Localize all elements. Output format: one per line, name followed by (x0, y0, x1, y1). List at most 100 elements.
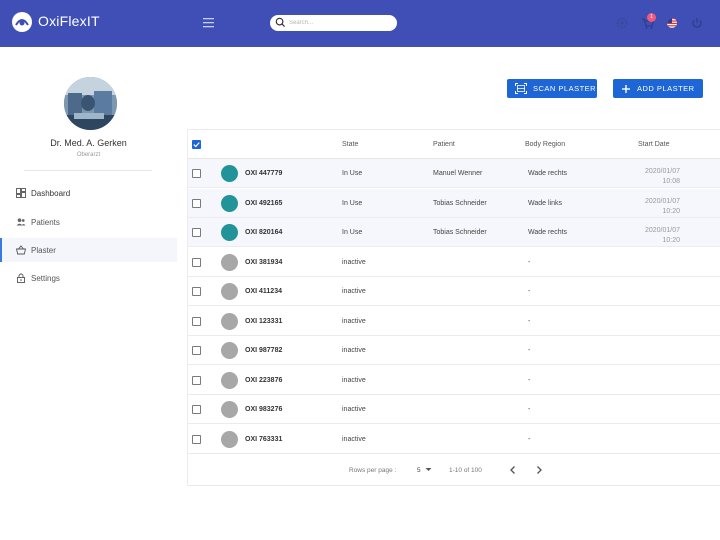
plaster-state: inactive (342, 317, 366, 325)
language-flag-icon[interactable] (665, 16, 679, 30)
plaster-id[interactable]: OXI 983276 (245, 406, 282, 413)
plaster-state: inactive (342, 288, 366, 295)
body-region: - (528, 376, 531, 384)
patient-name: Tobias Schneider (433, 199, 487, 207)
sidebar-item-label: Dashboard (31, 188, 71, 198)
row-checkbox[interactable] (192, 346, 201, 355)
table-pagination: Rows per page : 5 1-10 of 100 (188, 458, 720, 486)
plaster-id[interactable]: OXI 492165 (245, 200, 282, 207)
status-dot (221, 194, 238, 212)
table-row[interactable]: OXI 820164 In Use Tobias Schneider Wade rec… (188, 218, 720, 247)
plaster-id[interactable]: OXI 447779 (245, 170, 282, 177)
add-plaster-button[interactable]: ADD PLASTER (613, 79, 703, 98)
plaster-id[interactable]: OXI 381934 (245, 259, 282, 266)
body-region: - (528, 258, 531, 266)
start-date-day: 2020/01/07 (644, 168, 680, 175)
sidebar-item-settings[interactable]: Settings (0, 266, 177, 290)
pagination-range: 1-10 of 100 (449, 467, 482, 474)
column-header-start-date[interactable]: Start Date (638, 141, 670, 148)
status-dot (221, 253, 238, 271)
search-input[interactable] (289, 17, 389, 29)
settings-gear-icon[interactable] (615, 16, 629, 30)
row-checkbox[interactable] (192, 434, 201, 444)
hamburger-menu-icon[interactable] (201, 16, 217, 30)
plaster-state: inactive (342, 406, 366, 413)
plaster-state: inactive (342, 347, 366, 354)
status-dot (221, 342, 238, 359)
row-checkbox[interactable] (192, 316, 201, 326)
start-date-time: 10:20 (662, 207, 680, 215)
sidebar-item-label: Patients (31, 217, 60, 227)
sidebar-item-patients[interactable]: Patients (0, 210, 177, 234)
dashboard-icon (16, 188, 26, 198)
select-all-checkbox[interactable] (192, 140, 201, 149)
body-region: - (528, 435, 531, 443)
row-checkbox[interactable] (192, 375, 201, 385)
table-row[interactable]: OXI 223876 inactive - (188, 366, 720, 395)
plaster-id[interactable]: OXI 763331 (245, 436, 282, 443)
body-region: Wade rechts (528, 170, 568, 177)
table-row[interactable]: OXI 987782 inactive - (188, 336, 720, 365)
plaster-state: inactive (342, 376, 366, 384)
table-row[interactable]: OXI 492165 In Use Tobias Schneider Wade lin… (188, 188, 720, 218)
rows-per-page-value: 5 (417, 467, 421, 474)
column-header-body-region[interactable]: Body Region (525, 141, 565, 148)
column-header-patient[interactable]: Patient (433, 141, 455, 148)
row-checkbox[interactable] (192, 257, 201, 267)
app-brand: OxiFlexIT (38, 13, 100, 29)
plaster-table: State Patient Body Region Start Date OXI… (187, 129, 720, 486)
sidebar-item-plaster[interactable]: Plaster (0, 238, 177, 262)
status-dot (221, 371, 238, 389)
status-dot (221, 312, 238, 330)
basket-icon (16, 245, 26, 255)
body-region: Wade links (528, 199, 562, 207)
app-logo[interactable] (12, 12, 32, 32)
sidebar-item-dashboard[interactable]: Dashboard (0, 181, 177, 205)
scan-plaster-label: SCAN PLASTER (533, 84, 597, 93)
table-row[interactable]: OXI 381934 inactive - (188, 248, 720, 277)
table-header: State Patient Body Region Start Date (188, 130, 720, 159)
plaster-id[interactable]: OXI 987782 (245, 347, 282, 354)
plaster-id[interactable]: OXI 411234 (245, 288, 282, 295)
check-icon (193, 142, 200, 148)
row-checkbox[interactable] (192, 198, 201, 208)
plaster-id[interactable]: OXI 123331 (245, 318, 282, 325)
row-checkbox[interactable] (192, 228, 201, 237)
start-date: 2020/01/07 10:20 (608, 197, 680, 217)
scan-plaster-button[interactable]: SCAN PLASTER (507, 79, 597, 98)
table-row[interactable]: OXI 411234 inactive - (188, 277, 720, 306)
sidebar-divider (24, 170, 152, 171)
start-date-time: 10:08 (662, 178, 680, 185)
next-page-button[interactable] (535, 465, 543, 477)
start-date: 2020/01/07 10:20 (608, 226, 680, 246)
row-checkbox[interactable] (192, 405, 201, 414)
row-checkbox[interactable] (192, 287, 201, 296)
table-row[interactable]: OXI 123331 inactive - (188, 307, 720, 336)
rows-per-page-select[interactable]: 5 (417, 467, 432, 474)
plaster-id[interactable]: OXI 820164 (245, 229, 282, 236)
table-row[interactable]: OXI 983276 inactive - (188, 395, 720, 424)
start-date-day: 2020/01/07 (644, 227, 680, 234)
sidebar-item-label: Settings (31, 273, 60, 283)
body-region: - (528, 406, 531, 413)
plaster-id[interactable]: OXI 223876 (245, 377, 282, 384)
row-checkbox[interactable] (192, 169, 201, 178)
column-header-state[interactable]: State (342, 141, 358, 148)
previous-page-button[interactable] (509, 465, 517, 477)
plus-icon (622, 84, 630, 93)
status-dot (221, 401, 238, 418)
status-dot (221, 283, 238, 300)
start-date-time: 10:20 (662, 237, 680, 244)
body-region: - (528, 288, 531, 295)
avatar (64, 77, 117, 130)
chevron-right-icon (537, 466, 542, 474)
search-bar (270, 15, 397, 31)
top-app-bar: OxiFlexIT 1 (0, 0, 720, 47)
logo-icon (13, 13, 31, 31)
body-region: - (528, 317, 531, 325)
table-row[interactable]: OXI 447779 In Use Manuel Wenner Wade rechts… (188, 159, 720, 188)
scan-icon (515, 83, 527, 94)
power-icon[interactable] (690, 16, 704, 30)
table-row[interactable]: OXI 763331 inactive - (188, 425, 720, 454)
status-dot (221, 430, 238, 448)
